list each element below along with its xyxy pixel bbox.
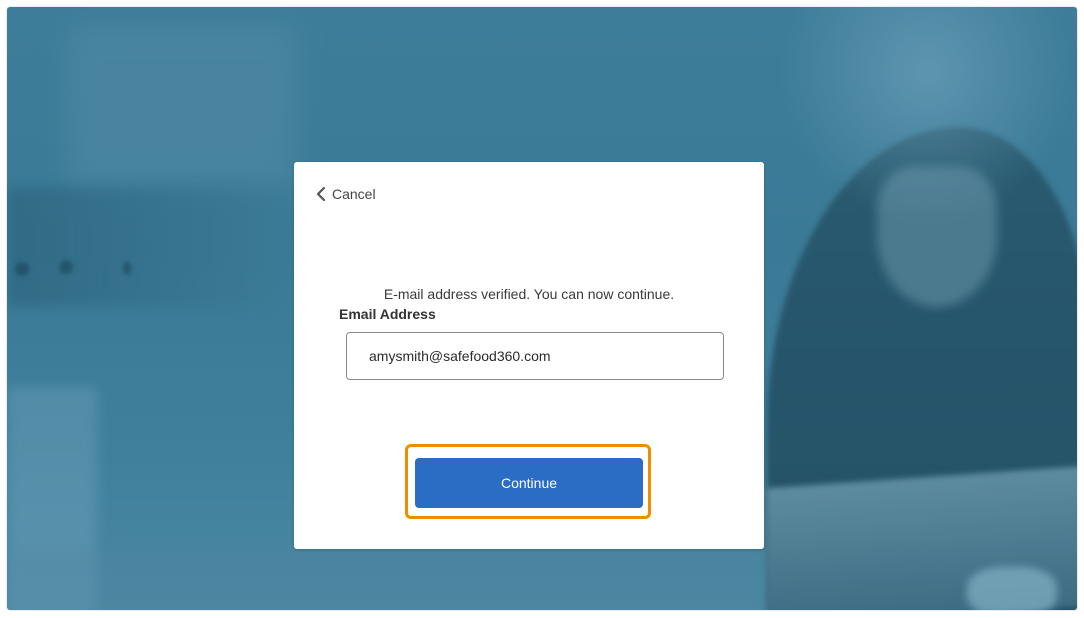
background-window <box>67 27 297 187</box>
verification-card: Cancel E-mail address verified. You can … <box>294 162 764 549</box>
background-dot <box>123 261 131 275</box>
verification-message: E-mail address verified. You can now con… <box>383 286 675 302</box>
cancel-label: Cancel <box>332 186 376 202</box>
continue-button[interactable]: Continue <box>415 458 643 508</box>
email-address-label: Email Address <box>339 306 436 322</box>
email-field-value: amysmith@safefood360.com <box>369 348 551 364</box>
email-field[interactable]: amysmith@safefood360.com <box>346 332 724 380</box>
background-dot <box>15 262 29 276</box>
background-collar <box>877 167 997 307</box>
background-table <box>7 547 767 610</box>
cancel-link[interactable]: Cancel <box>316 186 376 202</box>
continue-button-label: Continue <box>500 475 558 491</box>
background-dot <box>59 260 73 274</box>
background-shelf <box>7 187 272 307</box>
screenshot-frame: Cancel E-mail address verified. You can … <box>0 0 1084 618</box>
background-hand <box>967 567 1057 610</box>
chevron-left-icon <box>316 186 326 202</box>
